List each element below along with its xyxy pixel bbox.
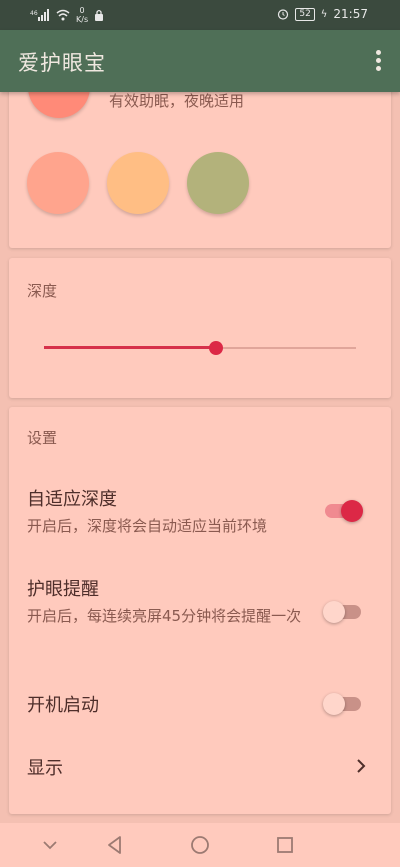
home-icon[interactable]: [188, 833, 212, 857]
depth-title: 深度: [27, 282, 58, 300]
slider-thumb[interactable]: [208, 341, 223, 355]
status-bar: 46 0 K/s 52 ϟ 21:57: [0, 0, 400, 30]
switch-thumb: [323, 693, 345, 715]
svg-text:46: 46: [30, 10, 38, 17]
setting-autostart[interactable]: 开机启动: [9, 689, 391, 719]
settings-card: 设置 自适应深度 开启后，深度将会自动适应当前环境 护眼提醒 开启后，每连续亮屏…: [9, 407, 391, 814]
eye-reminder-switch[interactable]: [323, 601, 361, 623]
eye-reminder-desc: 开启后，每连续亮屏45分钟将会提醒一次: [27, 607, 302, 625]
color-swatch-salmon[interactable]: [27, 152, 89, 214]
lock-icon: [95, 9, 104, 21]
wifi-icon: [56, 9, 70, 21]
alarm-icon: [278, 9, 289, 20]
setting-eye-reminder[interactable]: 护眼提醒 开启后，每连续亮屏45分钟将会提醒一次: [9, 575, 391, 655]
display-title: 显示: [27, 758, 63, 779]
net-speed: 0 K/s: [76, 6, 89, 24]
setting-display[interactable]: 显示: [9, 752, 391, 782]
depth-slider[interactable]: [44, 338, 356, 358]
autostart-switch[interactable]: [323, 693, 361, 715]
clock: 21:57: [333, 7, 368, 21]
status-right: 52 ϟ 21:57: [277, 7, 368, 21]
battery-level: 52: [295, 7, 315, 21]
app-bar: 爱护眼宝: [0, 30, 400, 92]
depth-card: 深度: [9, 258, 391, 398]
autostart-title: 开机启动: [27, 695, 99, 716]
color-swatch-orange[interactable]: [107, 152, 169, 214]
recents-icon[interactable]: [273, 833, 297, 857]
slider-fill: [44, 346, 216, 349]
status-left: 46 0 K/s: [30, 6, 104, 24]
adaptive-depth-title: 自适应深度: [27, 489, 117, 510]
chevron-down-icon[interactable]: [38, 833, 62, 857]
adaptive-depth-desc: 开启后，深度将会自动适应当前环境: [27, 517, 268, 535]
switch-thumb: [341, 500, 363, 522]
mode-description: 有效助眠，夜晚适用: [109, 92, 245, 110]
settings-title: 设置: [27, 429, 58, 447]
nav-bar: [0, 823, 400, 867]
back-icon[interactable]: [103, 833, 127, 857]
chevron-right-icon: [357, 759, 366, 773]
app-title: 爱护眼宝: [18, 51, 106, 75]
setting-adaptive-depth[interactable]: 自适应深度 开启后，深度将会自动适应当前环境: [9, 485, 391, 545]
more-vert-icon[interactable]: [374, 50, 382, 72]
signal-icon: 46: [30, 9, 49, 21]
charging-icon: ϟ: [320, 8, 328, 20]
switch-thumb: [323, 601, 345, 623]
eye-reminder-title: 护眼提醒: [27, 579, 99, 600]
adaptive-depth-switch[interactable]: [325, 500, 363, 522]
color-swatch-olive[interactable]: [187, 152, 249, 214]
